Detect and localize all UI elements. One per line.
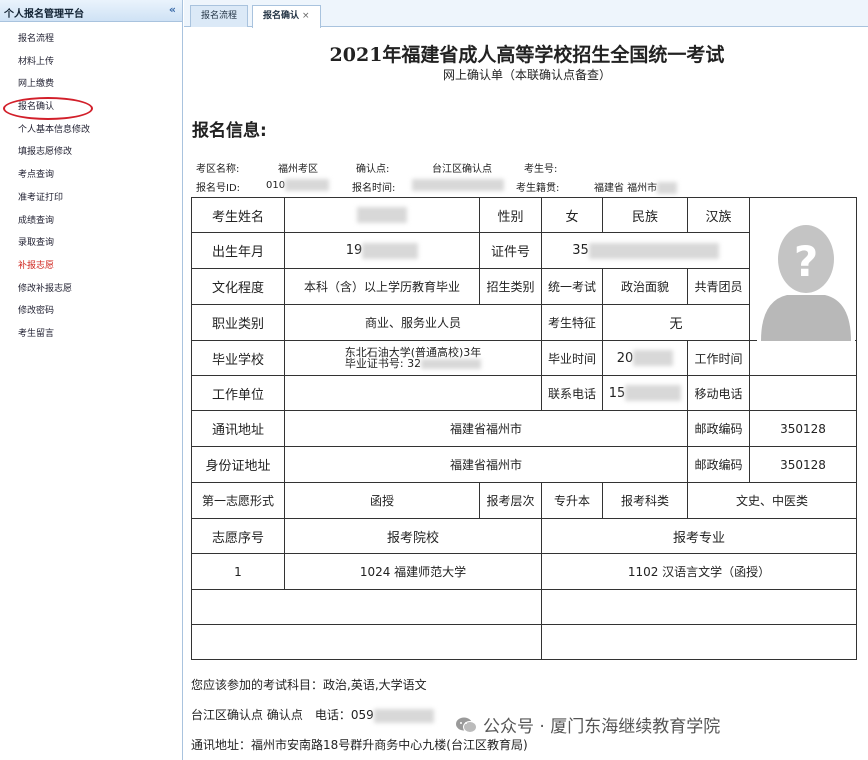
watermark: 公众号 · 厦门东海继续教育学院 [455,712,720,737]
page-title: 2021年福建省成人高等学校招生全国统一考试 [329,44,725,66]
section-title: 报名信息: [192,121,267,141]
choice-major: 1102 汉语言文学（函授） [627,565,771,579]
sidebar-item-supplement[interactable]: 补报志愿 [0,255,182,278]
app-window: 个人报名管理平台 « 报名流程 材料上传 网上缴费 报名确认 个人基本信息修改 … [0,0,868,760]
gender-value: 女 [565,209,579,225]
name-value [285,198,479,232]
occupation-value: 商业、服务业人员 [364,316,461,330]
birth-value: 19 [285,233,479,268]
major-header: 报考专业 [672,530,725,546]
tab-label: 报名确认 [263,11,300,21]
close-icon[interactable]: × [302,11,310,21]
choice-college: 1024 福建师范大学 [359,565,467,579]
reg-time-label: 报名时间: [352,183,396,194]
tab-confirm[interactable]: 报名确认 × [252,5,321,28]
wechat-icon [456,717,477,733]
confirm-point-value: 台江区确认点 [432,164,492,175]
level-value: 专升本 [553,494,590,508]
name-label: 考生姓名 [211,209,264,225]
education-value: 本科（含）以上学历教育毕业 [303,280,460,294]
school-label: 毕业学校 [211,352,264,368]
tab-label: 报名流程 [201,11,238,21]
ethnicity-label: 民族 [631,209,658,225]
category-value: 统一考试 [547,280,596,294]
confirm-point-label: 确认点: [356,164,390,175]
occupation-label: 职业类别 [211,317,264,332]
mobile-label: 移动电话 [694,386,743,401]
feature-value: 无 [669,317,683,332]
svg-text:?: ? [794,237,818,286]
sidebar-item-payment[interactable]: 网上缴费 [0,73,182,96]
gender-label: 性别 [497,209,524,225]
sidebar-menu: 报名流程 材料上传 网上缴费 报名确认 个人基本信息修改 填报志愿修改 考点查询… [0,22,182,346]
contact-info: 台江区确认点 确认点 电话：059 [191,706,434,723]
phone-value: 15 [603,376,687,410]
sidebar-item-password[interactable]: 修改密码 [0,300,182,323]
tab-process[interactable]: 报名流程 [190,5,249,27]
id-address-label: 身份证地址 [205,459,271,474]
exam-subjects: 您应该参加的考试科目：政治,英语,大学语文 [191,678,427,692]
postcode-label: 邮政编码 [694,422,743,436]
id-label: 证件号 [490,245,530,260]
exam-area-value: 福州考区 [278,164,318,175]
collapse-icon[interactable]: « [169,3,176,16]
sidebar-item-confirm[interactable]: 报名确认 [0,96,182,120]
birth-label: 出生年月 [211,245,264,260]
level-label: 报考层次 [486,494,535,508]
sidebar-item-scores[interactable]: 成绩查询 [0,210,182,233]
postcode2-label: 邮政编码 [694,458,743,472]
college-header: 报考院校 [386,530,439,546]
postcode2-value: 350128 [780,457,826,472]
order-header: 志愿序号 [211,530,264,546]
phone-label: 联系电话 [547,386,596,401]
work-time-label: 工作时间 [694,351,743,366]
candidate-no-label: 考生号: [524,164,558,175]
avatar: ? [757,213,855,341]
address-value: 福建省福州市 [449,422,522,436]
choice-order: 1 [234,564,242,579]
sidebar-item-edit-info[interactable]: 个人基本信息修改 [0,119,182,142]
sidebar-item-process[interactable]: 报名流程 [0,28,182,51]
tab-bar: 报名流程 报名确认 × [184,0,868,28]
feature-label: 考生特征 [547,316,596,330]
certificate-no: 毕业证书号: 32 [345,358,482,369]
grad-time-value: 20 [603,341,687,375]
politics-value: 共青团员 [694,280,743,294]
sidebar: 个人报名管理平台 « 报名流程 材料上传 网上缴费 报名确认 个人基本信息修改 … [0,0,183,760]
grad-time-label: 毕业时间 [547,351,596,366]
sidebar-header: 个人报名管理平台 « [0,0,182,22]
sidebar-item-admission-ticket[interactable]: 准考证打印 [0,187,182,210]
sidebar-item-admission[interactable]: 录取查询 [0,232,182,255]
subject-label: 报考科类 [620,494,669,508]
sidebar-title: 个人报名管理平台 [4,9,84,20]
page-subtitle: 网上确认单（本联确认点备查） [442,68,611,82]
reg-id-label: 报名号ID: [196,183,241,194]
watermark-text: 公众号 · 厦门东海继续教育学院 [483,717,721,737]
origin-value: 福建省 福州市 [594,179,678,194]
sidebar-item-edit-supplement[interactable]: 修改补报志愿 [0,278,182,301]
origin-label: 考生籍贯: [516,183,560,194]
address-label: 通讯地址 [211,423,264,438]
subject-value: 文史、中医类 [735,494,808,508]
school-value: 东北石油大学(普通高校)3年 毕业证书号: 32 [285,341,541,375]
ethnicity-value: 汉族 [705,209,732,225]
contact-address: 通讯地址：福州市安南路18号群升商务中心九楼(台江区教育局) [191,738,528,752]
content-area: 2021年福建省成人高等学校招生全国统一考试 网上确认单（本联确认点备查） 报名… [186,28,868,760]
sidebar-item-message[interactable]: 考生留言 [0,323,182,346]
politics-label: 政治面貌 [620,280,669,294]
id-value: 35 [542,233,749,268]
education-label: 文化程度 [211,281,264,296]
exam-area-label: 考区名称: [196,164,240,175]
sidebar-item-exam-site[interactable]: 考点查询 [0,164,182,187]
postcode-value: 350128 [780,421,826,436]
first-choice-value: 函授 [369,494,394,508]
id-address-value: 福建省福州市 [449,458,522,472]
reg-id-value: 010 [266,179,330,191]
first-choice-label: 第一志愿形式 [201,494,274,508]
work-unit-label: 工作单位 [211,387,264,403]
sidebar-item-edit-choice[interactable]: 填报志愿修改 [0,141,182,164]
reg-time-value [412,179,504,191]
category-label: 招生类别 [486,280,535,294]
sidebar-item-upload[interactable]: 材料上传 [0,51,182,74]
